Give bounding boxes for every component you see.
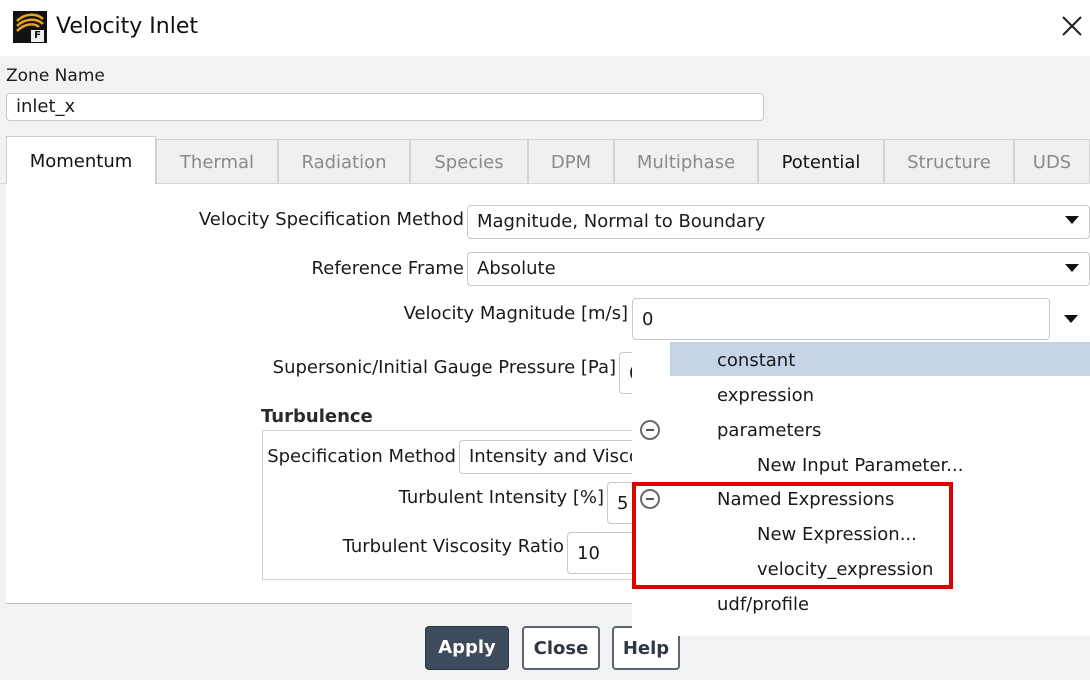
turbulence-spec-select[interactable]: Intensity and Viscosity Ratio: [459, 440, 659, 474]
turbulence-spec-value: Intensity and Viscosity Ratio: [469, 446, 658, 467]
velocity-magnitude-label: Velocity Magnitude [m/s]: [403, 303, 628, 324]
chevron-down-icon[interactable]: [1065, 216, 1079, 224]
turbulent-intensity-value: 5: [617, 493, 629, 514]
tab-potential[interactable]: Potential: [758, 139, 884, 183]
velocity-spec-select[interactable]: Magnitude, Normal to Boundary: [467, 205, 1090, 239]
menu-item-constant[interactable]: constant: [717, 350, 795, 371]
zone-name-input[interactable]: inlet_x: [6, 93, 764, 121]
pressure-label: Supersonic/Initial Gauge Pressure [Pa]: [272, 357, 616, 378]
collapse-minus-icon[interactable]: [640, 420, 660, 440]
reference-frame-select[interactable]: Absolute: [467, 252, 1090, 286]
turbulence-heading: Turbulence: [261, 406, 373, 427]
velocity-spec-label: Velocity Specification Method: [198, 209, 464, 230]
fluent-app-icon: F: [13, 11, 47, 43]
zone-name-label: Zone Name: [6, 66, 105, 86]
named-expressions-highlight-box: [632, 482, 953, 589]
velocity-magnitude-input[interactable]: 0: [632, 298, 1050, 340]
chevron-down-icon[interactable]: [1065, 264, 1079, 272]
tab-species[interactable]: Species: [410, 139, 528, 183]
reference-frame-value: Absolute: [477, 258, 556, 279]
tab-radiation[interactable]: Radiation: [278, 139, 410, 183]
tab-momentum[interactable]: Momentum: [6, 136, 156, 184]
tab-thermal[interactable]: Thermal: [156, 139, 278, 183]
close-icon[interactable]: [1058, 12, 1086, 40]
close-button[interactable]: Close: [522, 626, 600, 670]
menu-item-parameters[interactable]: parameters: [717, 420, 821, 441]
turbulent-intensity-label: Turbulent Intensity [%]: [398, 487, 604, 508]
velocity-magnitude-value: 0: [642, 309, 654, 330]
reference-frame-label: Reference Frame: [311, 258, 464, 279]
tab-multiphase[interactable]: Multiphase: [614, 139, 758, 183]
tab-structure[interactable]: Structure: [884, 139, 1014, 183]
window-title: Velocity Inlet: [56, 14, 199, 39]
viscosity-ratio-value: 10: [577, 543, 600, 564]
tab-dpm[interactable]: DPM: [528, 139, 614, 183]
tab-uds[interactable]: UDS: [1014, 139, 1090, 183]
menu-item-expression[interactable]: expression: [717, 385, 814, 406]
chevron-down-icon[interactable]: [1064, 315, 1078, 323]
turbulence-spec-label: Specification Method: [267, 446, 456, 467]
menu-item-new-input-parameter[interactable]: New Input Parameter...: [757, 455, 963, 476]
menu-item-udf-profile[interactable]: udf/profile: [717, 594, 809, 615]
apply-button[interactable]: Apply: [425, 626, 509, 670]
viscosity-ratio-label: Turbulent Viscosity Ratio: [342, 536, 564, 557]
velocity-spec-value: Magnitude, Normal to Boundary: [477, 211, 766, 232]
